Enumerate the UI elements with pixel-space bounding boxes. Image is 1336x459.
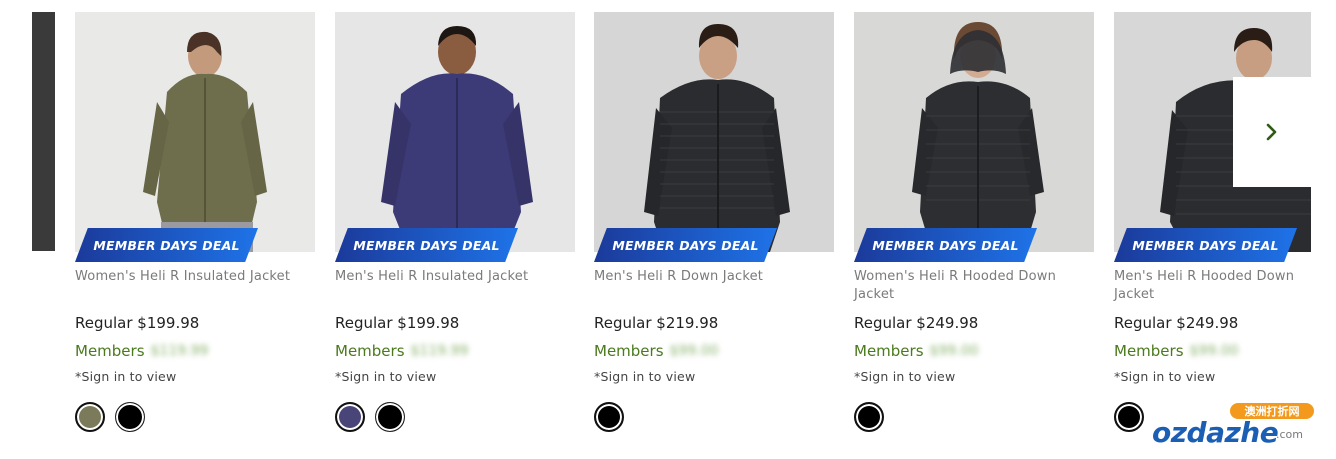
product-name[interactable]: Men's Heli R Insulated Jacket: [335, 268, 575, 286]
product-name[interactable]: Men's Heli R Hooded Down Jacket: [1114, 268, 1314, 304]
product-image[interactable]: [594, 12, 834, 252]
regular-price: Regular $199.98: [335, 314, 460, 332]
watermark-logo: 澳洲打折网 ozdazhe .com: [1148, 400, 1318, 450]
color-swatch-olive[interactable]: [75, 402, 105, 432]
members-price-blurred: $119.99: [150, 343, 209, 359]
members-price-blurred: $99.00: [929, 343, 979, 359]
members-label: Members: [594, 342, 664, 360]
members-price-row: Members $99.00: [1114, 342, 1239, 360]
sign-in-note[interactable]: *Sign in to view: [854, 369, 955, 384]
members-label: Members: [75, 342, 145, 360]
member-days-deal-badge: MEMBER DAYS DEAL: [75, 228, 258, 262]
sign-in-note[interactable]: *Sign in to view: [335, 369, 436, 384]
product-name[interactable]: Women's Heli R Insulated Jacket: [75, 268, 315, 286]
members-price-row: Members $119.99: [75, 342, 208, 360]
product-image[interactable]: [75, 12, 315, 252]
members-price-blurred: $119.99: [410, 343, 469, 359]
color-swatches: [854, 402, 884, 432]
color-swatch-indigo[interactable]: [335, 402, 365, 432]
color-swatch-black[interactable]: [1114, 402, 1144, 432]
product-name[interactable]: Women's Heli R Hooded Down Jacket: [854, 268, 1094, 304]
color-swatch-black[interactable]: [854, 402, 884, 432]
product-name[interactable]: Men's Heli R Down Jacket: [594, 268, 834, 286]
product-image[interactable]: [335, 12, 575, 252]
carousel-next-button[interactable]: [1233, 77, 1311, 187]
color-swatch-black[interactable]: [594, 402, 624, 432]
members-price-blurred: $99.00: [1189, 343, 1239, 359]
member-days-deal-badge: MEMBER DAYS DEAL: [594, 228, 777, 262]
color-swatches: [335, 402, 405, 432]
members-label: Members: [335, 342, 405, 360]
sign-in-note[interactable]: *Sign in to view: [594, 369, 695, 384]
chevron-right-icon: [1266, 123, 1277, 141]
watermark-suffix-text: .com: [1276, 428, 1303, 441]
members-price-blurred: $99.00: [669, 343, 719, 359]
sign-in-note[interactable]: *Sign in to view: [75, 369, 176, 384]
members-price-row: Members $119.99: [335, 342, 468, 360]
member-days-deal-badge: MEMBER DAYS DEAL: [1114, 228, 1297, 262]
product-image[interactable]: [854, 12, 1094, 252]
regular-price: Regular $249.98: [1114, 314, 1239, 332]
members-price-row: Members $99.00: [854, 342, 979, 360]
carousel-prev-edge: [32, 12, 55, 251]
regular-price: Regular $199.98: [75, 314, 200, 332]
member-days-deal-badge: MEMBER DAYS DEAL: [854, 228, 1037, 262]
product-card[interactable]: MEMBER DAYS DEAL Men's Heli R Down Jacke…: [594, 12, 834, 452]
watermark-main-text: ozdazhe: [1152, 416, 1279, 449]
product-card[interactable]: MEMBER DAYS DEAL Women's Heli R Insulate…: [75, 12, 315, 452]
color-swatches: [75, 402, 145, 432]
members-label: Members: [854, 342, 924, 360]
regular-price: Regular $219.98: [594, 314, 719, 332]
regular-price: Regular $249.98: [854, 314, 979, 332]
color-swatch-black[interactable]: [375, 402, 405, 432]
product-card[interactable]: MEMBER DAYS DEAL Men's Heli R Insulated …: [335, 12, 575, 452]
members-label: Members: [1114, 342, 1184, 360]
product-card[interactable]: MEMBER DAYS DEAL Women's Heli R Hooded D…: [854, 12, 1094, 452]
color-swatches: [1114, 402, 1144, 432]
members-price-row: Members $99.00: [594, 342, 719, 360]
member-days-deal-badge: MEMBER DAYS DEAL: [335, 228, 518, 262]
color-swatch-black[interactable]: [115, 402, 145, 432]
color-swatches: [594, 402, 624, 432]
sign-in-note[interactable]: *Sign in to view: [1114, 369, 1215, 384]
